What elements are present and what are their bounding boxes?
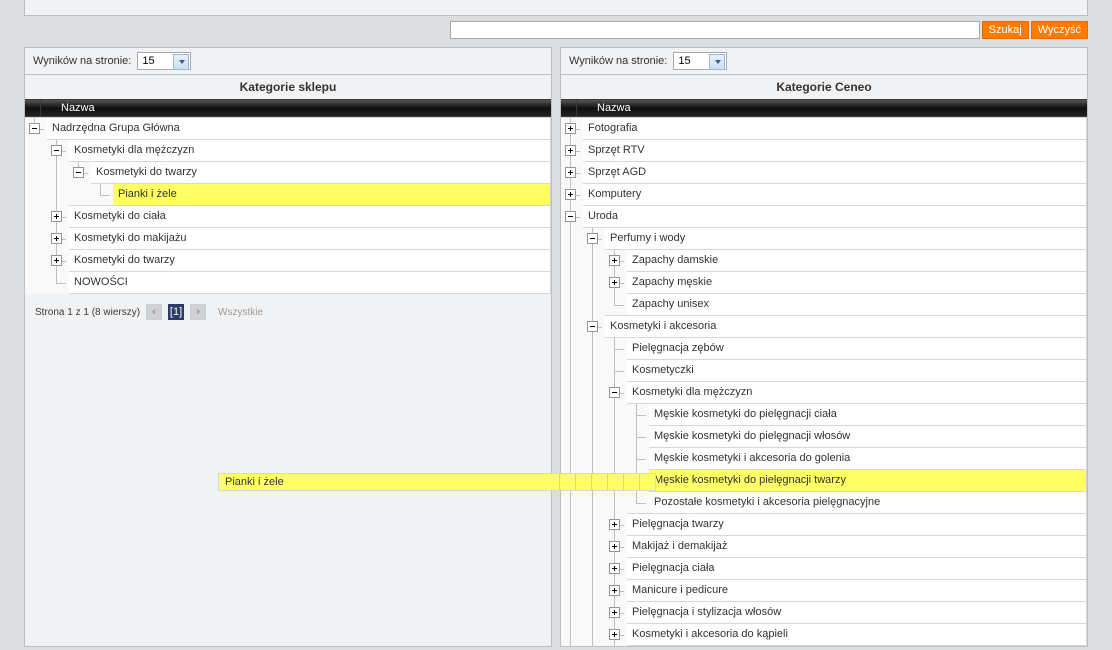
pager-page-1[interactable]: [1]	[168, 304, 184, 320]
tree-row[interactable]: Kosmetyki do makijażu	[25, 228, 551, 250]
tree-row[interactable]: Pielęgnacja ciała	[561, 558, 1087, 580]
top-blank-bar	[24, 0, 1088, 16]
right-tree: Fotografia Sprzęt RTV Sprzęt AGD Kompute…	[561, 117, 1087, 646]
tree-row[interactable]: Sprzęt AGD	[561, 162, 1087, 184]
tree-row[interactable]: Makijaż i demakijaż	[561, 536, 1087, 558]
tree-row[interactable]: Perfumy i wody	[561, 228, 1087, 250]
expand-icon[interactable]	[609, 541, 620, 552]
collapse-icon[interactable]	[29, 123, 40, 134]
pager-info: Strona 1 z 1 (8 wierszy)	[35, 307, 140, 318]
collapse-icon[interactable]	[609, 387, 620, 398]
expand-icon[interactable]	[609, 629, 620, 640]
tree-row[interactable]: Uroda	[561, 206, 1087, 228]
search-button[interactable]: Szukaj	[982, 21, 1029, 39]
left-tree: Nadrzędna Grupa Główna Kosmetyki dla męż…	[25, 117, 551, 294]
tree-row[interactable]: NOWOŚCI	[25, 272, 551, 294]
selected-left: Pianki i żele	[113, 183, 551, 206]
expand-icon[interactable]	[51, 211, 62, 222]
left-perpage-label: Wyników na stronie:	[33, 55, 131, 67]
tree-row[interactable]: Kosmetyki i akcesoria do kąpieli	[561, 624, 1087, 646]
tree-row[interactable]: Fotografia	[561, 118, 1087, 140]
expand-icon[interactable]	[565, 167, 576, 178]
connector-label: Pianki i żele	[219, 476, 284, 488]
collapse-icon[interactable]	[51, 145, 62, 156]
right-grid-header: Nazwa	[561, 99, 1087, 117]
right-perpage-label: Wyników na stronie:	[569, 55, 667, 67]
left-perpage-select[interactable]: 15	[137, 52, 191, 70]
tree-row[interactable]: Pielęgnacja twarzy	[561, 514, 1087, 536]
tree-row[interactable]: Pielęgnacja zębów	[561, 338, 1087, 360]
pager-next[interactable]: ›	[190, 304, 206, 320]
expand-icon[interactable]	[609, 255, 620, 266]
search-input[interactable]	[450, 21, 980, 39]
tree-row[interactable]: Męskie kosmetyki i akcesoria do golenia	[561, 448, 1087, 470]
collapse-icon[interactable]	[587, 233, 598, 244]
left-grid-header: Nazwa	[25, 99, 551, 117]
tree-row[interactable]: Męskie kosmetyki do pielęgnacji ciała	[561, 404, 1087, 426]
tree-row[interactable]: Komputery	[561, 184, 1087, 206]
expand-icon[interactable]	[565, 189, 576, 200]
tree-row[interactable]: Nadrzędna Grupa Główna	[25, 118, 551, 140]
tree-row[interactable]: Sprzęt RTV	[561, 140, 1087, 162]
collapse-icon[interactable]	[587, 321, 598, 332]
tree-row[interactable]: Manicure i pedicure	[561, 580, 1087, 602]
tree-row[interactable]: Pianki i żele	[25, 184, 551, 206]
tree-row[interactable]: Kosmetyki do ciała	[25, 206, 551, 228]
left-panel: Wyników na stronie: 15 Kategorie sklepu …	[24, 47, 552, 647]
tree-row[interactable]: Męskie kosmetyki do pielęgnacji włosów	[561, 426, 1087, 448]
tree-row[interactable]: Kosmetyki dla mężczyzn	[25, 140, 551, 162]
left-pager: Strona 1 z 1 (8 wierszy) ‹ [1] › Wszystk…	[25, 294, 551, 336]
expand-icon[interactable]	[609, 519, 620, 530]
expand-icon[interactable]	[609, 585, 620, 596]
expand-icon[interactable]	[565, 123, 576, 134]
expand-icon[interactable]	[609, 277, 620, 288]
expand-icon[interactable]	[51, 233, 62, 244]
right-title: Kategorie Ceneo	[561, 75, 1087, 99]
pager-all[interactable]: Wszystkie	[218, 307, 263, 318]
tree-row[interactable]: Kosmetyki do twarzy	[25, 250, 551, 272]
mapping-connector[interactable]: Pianki i żele	[218, 473, 656, 491]
tree-row[interactable]: Zapachy damskie	[561, 250, 1087, 272]
right-panel: Wyników na stronie: 15 Kategorie Ceneo N…	[560, 47, 1088, 647]
pager-prev[interactable]: ‹	[146, 304, 162, 320]
tree-row[interactable]: Zapachy unisex	[561, 294, 1087, 316]
expand-icon[interactable]	[565, 145, 576, 156]
selected-right: Męskie kosmetyki do pielęgnacji twarzy	[649, 469, 1087, 492]
collapse-icon[interactable]	[565, 211, 576, 222]
clear-button[interactable]: Wyczyść	[1031, 21, 1088, 39]
collapse-icon[interactable]	[73, 167, 84, 178]
tree-row[interactable]: Pielęgnacja i stylizacja włosów	[561, 602, 1087, 624]
tree-row[interactable]: Pozostałe kosmetyki i akcesoria pielęgna…	[561, 492, 1087, 514]
tree-row[interactable]: Kosmetyczki	[561, 360, 1087, 382]
expand-icon[interactable]	[51, 255, 62, 266]
search-row: Szukaj Wyczyść	[24, 21, 1088, 39]
expand-icon[interactable]	[609, 563, 620, 574]
expand-icon[interactable]	[609, 607, 620, 618]
tree-row[interactable]: Zapachy męskie	[561, 272, 1087, 294]
tree-row[interactable]: Kosmetyki i akcesoria	[561, 316, 1087, 338]
tree-row[interactable]: Kosmetyki dla mężczyzn	[561, 382, 1087, 404]
tree-row[interactable]: Kosmetyki do twarzy	[25, 162, 551, 184]
right-perpage-select[interactable]: 15	[673, 52, 727, 70]
left-title: Kategorie sklepu	[25, 75, 551, 99]
